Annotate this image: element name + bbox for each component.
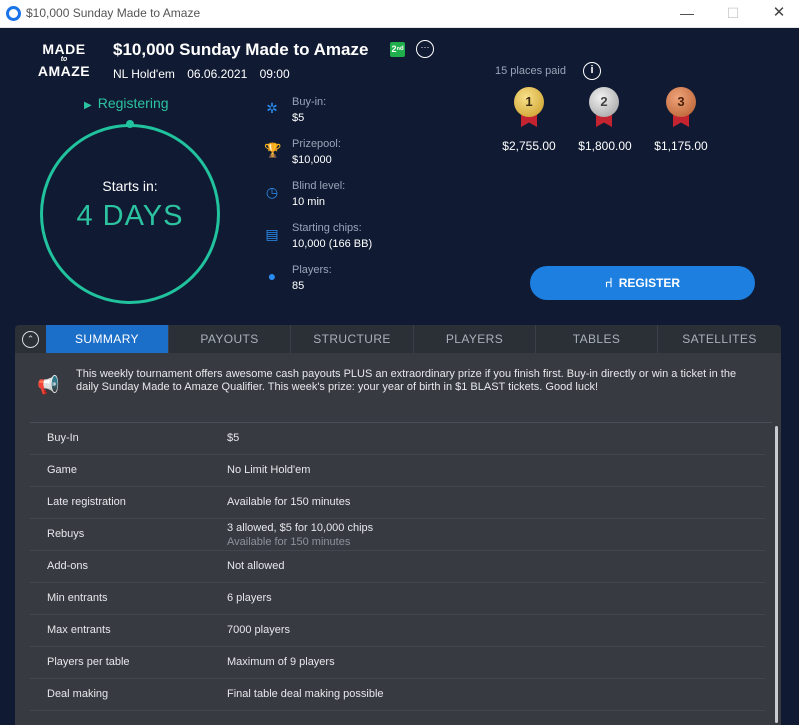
table-row: Game No Limit Hold'em [30,455,765,487]
bronze-medal-icon: 3 [666,87,696,129]
vertical-scrollbar[interactable] [775,426,778,723]
row-key: Add-ons [47,560,88,572]
tab-satellites[interactable]: SATELLITES [658,325,781,353]
row-value: 3 allowed, $5 for 10,000 chips [227,522,374,534]
play-arrow-icon: ▶ [84,100,92,111]
more-options-button[interactable]: ··· [416,40,434,58]
register-button[interactable]: ⑁ REGISTER [530,266,755,300]
register-button-label: REGISTER [618,276,681,290]
registration-status-label: Registering [97,95,169,111]
poker-chip-icon: ✲ [266,100,278,116]
row-key: Game [47,464,77,476]
info-label: Starting chips: [292,222,362,234]
row-subvalue: Available for 150 minutes [227,536,351,548]
row-value: 6 players [227,592,272,604]
third-prize-amount: $1,175.00 [654,139,708,153]
window-title-bar: $10,000 Sunday Made to Amaze — ☐ ✕ [0,0,799,28]
tab-players[interactable]: PLAYERS [414,325,536,353]
window-title: $10,000 Sunday Made to Amaze [26,6,201,20]
table-row: Rebuys 3 allowed, $5 for 10,000 chips Av… [30,519,765,551]
app-logo-icon [6,6,21,21]
info-icon[interactable]: i [583,62,601,80]
row-value: Available for 150 minutes [227,496,351,508]
first-prize-amount: $2,755.00 [502,139,556,153]
tab-summary[interactable]: SUMMARY [46,325,169,353]
table-row: Players per table Maximum of 9 players [30,647,765,679]
row-key: Max entrants [47,624,111,636]
game-type: NL Hold'em [113,67,175,81]
info-label: Players: [292,264,332,276]
table-row: Add-ons Not allowed [30,551,765,583]
info-value: 10 min [292,196,326,208]
places-paid-label: 15 places paid [495,65,566,77]
row-value: $5 [227,432,240,444]
info-label: Prizepool: [292,138,341,150]
row-value: 7000 players [227,624,290,636]
info-label: Buy-in: [292,96,327,108]
summary-panel: 📢 This weekly tournament offers awesome … [15,353,781,725]
tournament-title: $10,000 Sunday Made to Amaze [113,40,369,59]
start-date: 06.06.2021 [187,67,248,81]
row-value: Maximum of 9 players [227,656,335,668]
megaphone-icon: 📢 [37,375,60,395]
minimize-button[interactable]: — [664,0,710,28]
row-key: Rebuys [47,528,85,540]
tab-bar: ⌃ SUMMARY PAYOUTS STRUCTURE PLAYERS TABL… [15,325,781,353]
table-row: Buy-In $5 [30,423,765,455]
gold-medal-icon: 1 [514,87,544,129]
second-prize-amount: $1,800.00 [578,139,632,153]
info-value: $5 [292,112,305,124]
tab-payouts[interactable]: PAYOUTS [169,325,291,353]
tournament-meta: NL Hold'em 06.06.2021 09:00 [113,67,299,81]
tab-tables[interactable]: TABLES [536,325,658,353]
table-row: Deal making Final table deal making poss… [30,679,765,711]
collapse-chevron-up-icon[interactable]: ⌃ [22,331,39,348]
table-row: Min entrants 6 players [30,583,765,615]
second-chance-badge: 2ⁿᵈ [390,42,405,57]
silver-medal-icon: 2 [589,87,619,129]
row-key: Deal making [47,688,109,700]
info-value: 85 [292,280,305,292]
info-label: Blind level: [292,180,346,192]
tournament-description: This weekly tournament offers awesome ca… [76,368,737,393]
close-window-button[interactable]: ✕ [756,0,799,28]
info-value: 10,000 (166 BB) [292,238,373,250]
starts-in-value: 4 DAYS [76,200,184,232]
start-time: 09:00 [259,67,290,81]
row-value: Final table deal making possible [227,688,384,700]
player-icon: ● [267,268,277,284]
countdown-ring-marker [126,120,134,128]
maximize-button[interactable]: ☐ [710,0,756,28]
trophy-icon: 🏆 [264,142,282,158]
made-to-amaze-logo: MADE to AMAZE [37,41,91,79]
tournament-lobby: MADE to AMAZE $10,000 Sunday Made to Ama… [0,28,799,725]
seat-icon: ⑁ [604,275,613,290]
table-row: Late registration Available for 150 minu… [30,487,765,519]
clock-icon: ◷ [265,184,279,200]
row-key: Late registration [47,496,126,508]
row-key: Min entrants [47,592,108,604]
row-key: Players per table [47,656,130,668]
row-value: Not allowed [227,560,285,572]
row-key: Buy-In [47,432,79,444]
registration-status: ▶ Registering [84,95,169,111]
row-value: No Limit Hold'em [227,464,311,476]
table-row: Max entrants 7000 players [30,615,765,647]
starts-in-label: Starts in: [102,178,158,194]
tab-structure[interactable]: STRUCTURE [291,325,414,353]
chips-stack-icon: ▤ [265,226,279,242]
info-value: $10,000 [292,154,332,166]
